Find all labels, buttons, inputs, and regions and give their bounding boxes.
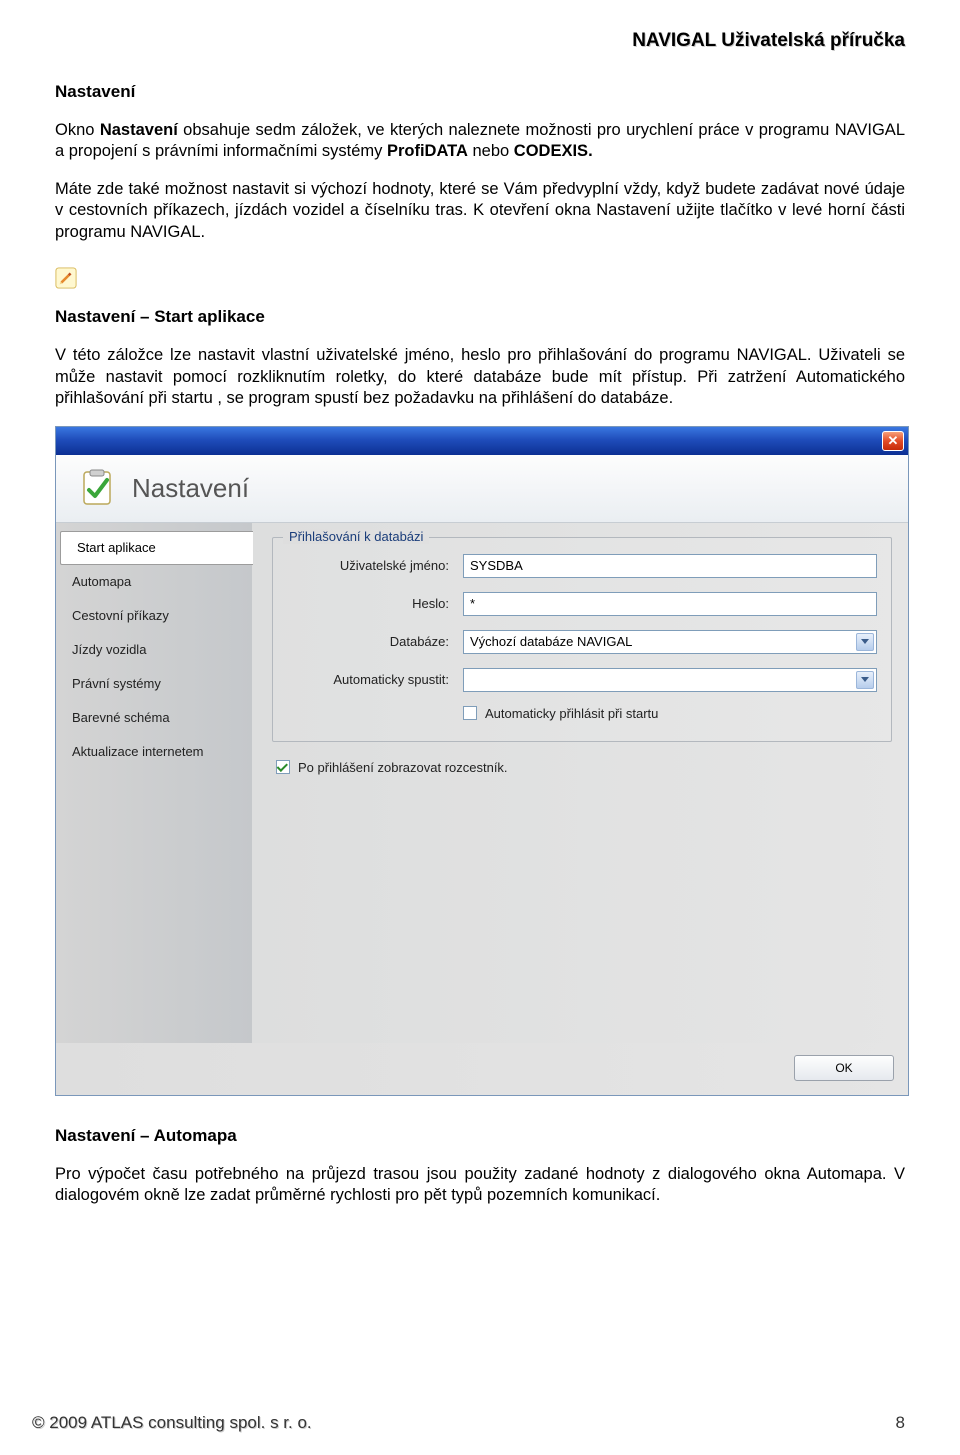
tab-jizdy-vozidla[interactable]: Jízdy vozidla	[56, 633, 252, 667]
autologin-checkbox[interactable]	[463, 706, 477, 720]
close-icon[interactable]: ✕	[882, 431, 904, 451]
autologin-label: Automaticky přihlásit při startu	[485, 706, 658, 721]
text: nebo	[468, 142, 514, 160]
database-select[interactable]: Výchozí databáze NAVIGAL	[463, 630, 877, 654]
paragraph: Okno Nastavení obsahuje sedm záložek, ve…	[55, 120, 905, 163]
doc-header: NAVIGAL Uživatelská příručka	[55, 30, 905, 52]
username-input[interactable]	[463, 554, 877, 578]
settings-pencil-icon	[55, 267, 77, 289]
bold: Nastavení	[100, 121, 178, 139]
settings-dialog: ✕ Nastavení Start aplikace Automapa Cest…	[55, 426, 909, 1096]
page-footer: © 2009 ATLAS consulting spol. s r. o. 8	[32, 1413, 905, 1433]
signpost-checkbox[interactable]	[276, 760, 290, 774]
label-username: Uživatelské jméno:	[287, 558, 463, 573]
titlebar: ✕	[56, 427, 908, 455]
dialog-title: Nastavení	[132, 473, 249, 504]
paragraph: Máte zde také možnost nastavit si výchoz…	[55, 179, 905, 243]
section-title-settings: Nastavení	[55, 82, 905, 102]
tab-start-aplikace[interactable]: Start aplikace	[60, 531, 253, 565]
chevron-down-icon[interactable]	[856, 633, 874, 651]
paragraph: Pro výpočet času potřebného na průjezd t…	[55, 1164, 905, 1207]
bold: CODEXIS.	[514, 142, 593, 160]
group-legend: Přihlašování k databázi	[283, 529, 429, 544]
section-title-start: Nastavení – Start aplikace	[55, 307, 905, 327]
text: Okno	[55, 121, 100, 139]
autorun-select[interactable]	[463, 668, 877, 692]
tab-cestovni-prikazy[interactable]: Cestovní příkazy	[56, 599, 252, 633]
signpost-label: Po přihlášení zobrazovat rozcestník.	[298, 760, 508, 775]
tab-automapa[interactable]: Automapa	[56, 565, 252, 599]
clipboard-check-icon	[78, 468, 118, 508]
login-group: Přihlašování k databázi Uživatelské jmén…	[272, 537, 892, 742]
database-value: Výchozí databáze NAVIGAL	[470, 634, 856, 649]
dialog-header: Nastavení	[56, 455, 908, 523]
section-title-automapa: Nastavení – Automapa	[55, 1126, 905, 1146]
footer-copyright: © 2009 ATLAS consulting spol. s r. o.	[32, 1413, 312, 1433]
tab-barevne-schema[interactable]: Barevné schéma	[56, 701, 252, 735]
password-input[interactable]	[463, 592, 877, 616]
label-password: Heslo:	[287, 596, 463, 611]
ok-button[interactable]: OK	[794, 1055, 894, 1081]
label-database: Databáze:	[287, 634, 463, 649]
tab-aktualizace-internetem[interactable]: Aktualizace internetem	[56, 735, 252, 769]
tab-pravni-systemy[interactable]: Právní systémy	[56, 667, 252, 701]
bold: ProfiDATA	[387, 142, 468, 160]
tabs-sidebar: Start aplikace Automapa Cestovní příkazy…	[56, 523, 252, 1043]
chevron-down-icon[interactable]	[856, 671, 874, 689]
label-autorun: Automaticky spustit:	[287, 672, 463, 687]
paragraph: V této záložce lze nastavit vlastní uživ…	[55, 345, 905, 409]
page-number: 8	[896, 1413, 905, 1433]
